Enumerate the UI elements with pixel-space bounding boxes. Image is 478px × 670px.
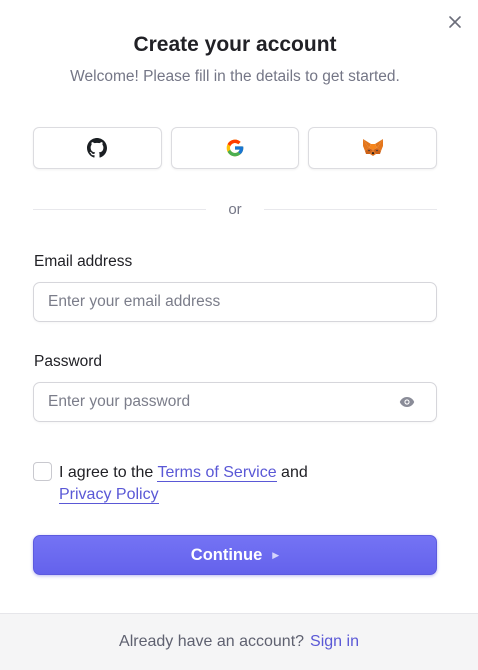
terms-and-text: and [276,464,308,481]
page-title: Create your account [133,33,337,56]
divider-line-left [33,208,207,210]
github-icon [87,138,108,158]
github-login-button[interactable] [33,127,162,169]
privacy-policy-link[interactable]: Privacy Policy [59,486,159,504]
close-icon [449,16,461,28]
email-input[interactable] [33,282,437,322]
terms-agreement: I agree to the Terms of Service and Priva… [59,462,359,506]
eye-icon [399,397,415,407]
page-subtitle: Welcome! Please fill in the details to g… [70,68,400,85]
terms-checkbox[interactable] [33,462,52,481]
close-button[interactable] [446,13,464,31]
divider-text: or [228,200,242,218]
or-divider: or [33,199,437,219]
terms-prefix-text: I agree to the [59,464,158,481]
show-password-button[interactable] [399,395,415,409]
continue-label: Continue [190,545,263,564]
metamask-login-button[interactable] [308,127,438,169]
terms-of-service-link[interactable]: Terms of Service [157,464,277,482]
email-label: Email address [34,253,133,270]
social-login-row [33,127,438,169]
sign-in-link[interactable]: Sign in [310,633,359,651]
google-login-button[interactable] [170,127,300,169]
footer-text: Already have an account? [119,633,305,650]
divider-line-right [263,208,437,210]
password-label: Password [34,353,103,370]
password-field [33,382,437,422]
password-input[interactable] [33,382,437,422]
footer: Already have an account? Sign in [0,613,478,670]
triangle-right-icon: ▶ [272,549,280,560]
metamask-icon [362,139,383,156]
continue-button[interactable]: Continue ▶ [33,535,437,575]
google-icon [226,139,244,157]
